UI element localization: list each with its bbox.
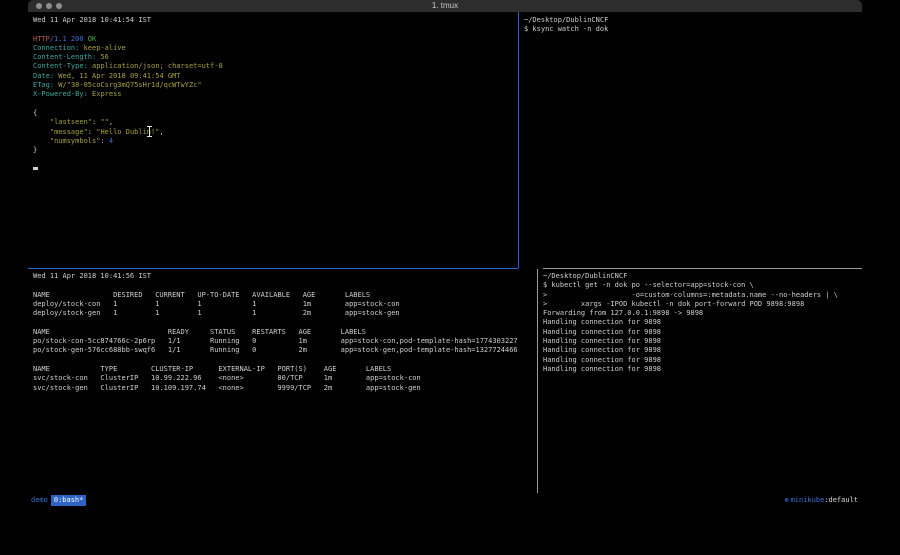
desktop: { "window": { "title": "1. tmux" }, "col… [0,0,900,555]
pane-kubectl-resources[interactable]: Wed 11 Apr 2018 10:41:56 IST NAME DESIRE… [28,269,537,493]
http-header-line: X-Powered-By: Express [33,90,518,99]
header-value: Wed, 11 Apr 2018 09:41:54 GMT [58,72,180,80]
pane-http-response[interactable]: Wed 11 Apr 2018 10:41:54 IST HTTP/1.1 20… [28,12,518,268]
cwd-line: ~/Desktop/DublinCNCF [543,272,862,281]
header-name: X-Powered-By: [33,90,92,98]
header-name: Content-Type: [33,62,92,70]
header-value: keep-alive [84,44,126,52]
deploy-table-row: deploy/stock-gen 1 1 1 1 2m app=stock-ge… [33,309,537,318]
deploy-table-header: NAME DESIRED CURRENT UP-TO-DATE AVAILABL… [33,291,537,300]
status-left: demo 0:bash* [30,493,86,507]
json-entry-line: "message": "Hello Dublin!", [33,128,518,137]
timestamp-line: Wed 11 Apr 2018 10:41:54 IST [33,16,518,25]
http-header-line: ETag: W/"38-05coCsrg3mQ75sHr1d/qcWTwYZc" [33,81,518,90]
pod-table-row: po/stock-con-5cc874766c-2p6rp 1/1 Runnin… [33,337,537,346]
pod-table-header: NAME READY STATUS RESTARTS AGE LABELS [33,328,537,337]
blank-line [33,25,518,34]
session-name: demo [30,496,51,504]
json-key: "lastseen" [33,118,92,126]
deploy-table-row: deploy/stock-con 1 1 1 1 1m app=stock-co… [33,300,537,309]
shell-cursor-line [33,165,518,174]
command-continuation-line: > -o=custom-columns=:metadata.name --no-… [543,291,862,300]
blank-line [33,100,518,109]
header-name: Connection: [33,44,84,52]
handling-connection-line: Handling connection for 9898 [543,365,862,374]
pane-ksync[interactable]: ~/Desktop/DublinCNCF $ ksync watch -n do… [519,12,862,268]
kubernetes-icon: ⊛ [784,496,788,504]
kube-context: minikube [791,496,825,504]
json-open-brace: { [33,109,518,118]
tmux-window-tab[interactable]: 0:bash* [51,495,87,506]
header-name: ETag: [33,81,58,89]
svc-table-row: svc/stock-con ClusterIP 10.99.222.96 <no… [33,374,537,383]
json-comma: , [109,118,113,126]
json-close-brace: } [33,146,518,155]
http-header-line: Date: Wed, 11 Apr 2018 09:41:54 GMT [33,72,518,81]
handling-connection-line: Handling connection for 9898 [543,346,862,355]
svc-table-header: NAME TYPE CLUSTER-IP EXTERNAL-IP PORT(S)… [33,365,537,374]
json-value: "" [100,118,108,126]
json-value: 4 [109,137,113,145]
handling-connection-line: Handling connection for 9898 [543,318,862,327]
handling-connection-line: Handling connection for 9898 [543,356,862,365]
cwd-line: ~/Desktop/DublinCNCF [524,16,862,25]
http-reason: OK [88,35,96,43]
http-header-line: Content-Type: application/json; charset=… [33,62,518,71]
http-header-line: Content-Length: 56 [33,53,518,62]
json-comma: , [159,128,163,136]
header-value: 56 [100,53,108,61]
header-value: application/json; charset=utf-8 [92,62,223,70]
timestamp-line: Wed 11 Apr 2018 10:41:56 IST [33,272,537,281]
pod-table-row: po/stock-gen-576cc688bb-swqf6 1/1 Runnin… [33,346,537,355]
blank-line [33,356,537,365]
command-line: $ ksync watch -n dok [524,25,862,34]
terminal-cursor [33,167,38,170]
json-sep: : [100,137,108,145]
tmux-status-bar: demo 0:bash* ⊛minikube:default [28,493,862,507]
status-right: ⊛minikube:default [784,493,858,507]
json-sep: : [88,128,96,136]
blank-line [33,318,537,327]
blank-line [33,281,537,290]
header-value: W/"38-05coCsrg3mQ75sHr1d/qcWTwYZc" [58,81,201,89]
http-header-line: Connection: keep-alive [33,44,518,53]
header-name: Content-Length: [33,53,100,61]
window-title: 1. tmux [28,1,862,11]
header-name: Date: [33,72,58,80]
terminal-window: 1. tmux Wed 11 Apr 2018 10:41:54 IST HTT… [28,0,862,507]
http-protocol: HTTP [33,35,50,43]
handling-connection-line: Handling connection for 9898 [543,337,862,346]
command-continuation-line: > xargs -IPOD kubectl -n dok port-forwar… [543,300,862,309]
http-status-line: HTTP/1.1 200 OK [33,35,518,44]
svc-table-row: svc/stock-gen ClusterIP 10.109.197.74 <n… [33,384,537,393]
command-line: $ kubectl get -n dok po --selector=app=s… [543,281,862,290]
pane-port-forward[interactable]: ~/Desktop/DublinCNCF $ kubectl get -n do… [538,269,862,493]
kube-namespace: :default [824,496,858,504]
handling-connection-line: Handling connection for 9898 [543,328,862,337]
forwarding-line: Forwarding from 127.0.0.1:9898 -> 9898 [543,309,862,318]
http-version-status: /1.1 200 [50,35,88,43]
json-entry-line: "numsymbols": 4 [33,137,518,146]
json-value: "Hello Dublin!" [96,128,159,136]
json-key: "message" [33,128,88,136]
header-value: Express [92,90,122,98]
json-entry-line: "lastseen": "", [33,118,518,127]
blank-line [33,155,518,164]
json-key: "numsymbols" [33,137,100,145]
window-titlebar[interactable]: 1. tmux [28,0,862,12]
